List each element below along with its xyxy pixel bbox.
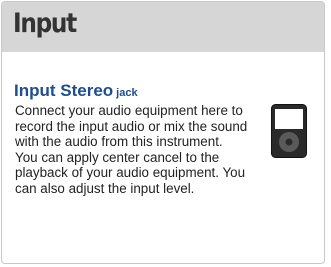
info-card: Input Input Stereo jack Connect your audi… <box>1 1 325 264</box>
audio-player-icon <box>271 104 307 158</box>
description-paragraph: You can apply center cancel to the playb… <box>15 149 246 196</box>
section-title-suffix: jack <box>116 87 138 99</box>
description-paragraph: Connect your audio equipment here to rec… <box>15 103 248 150</box>
section-title: Input Stereo jack <box>14 81 138 101</box>
page-title: Input <box>13 8 77 39</box>
description: Connect your audio equipment here to rec… <box>15 103 255 197</box>
card-header: Input <box>2 2 324 52</box>
section-title-main: Input Stereo <box>14 81 114 100</box>
